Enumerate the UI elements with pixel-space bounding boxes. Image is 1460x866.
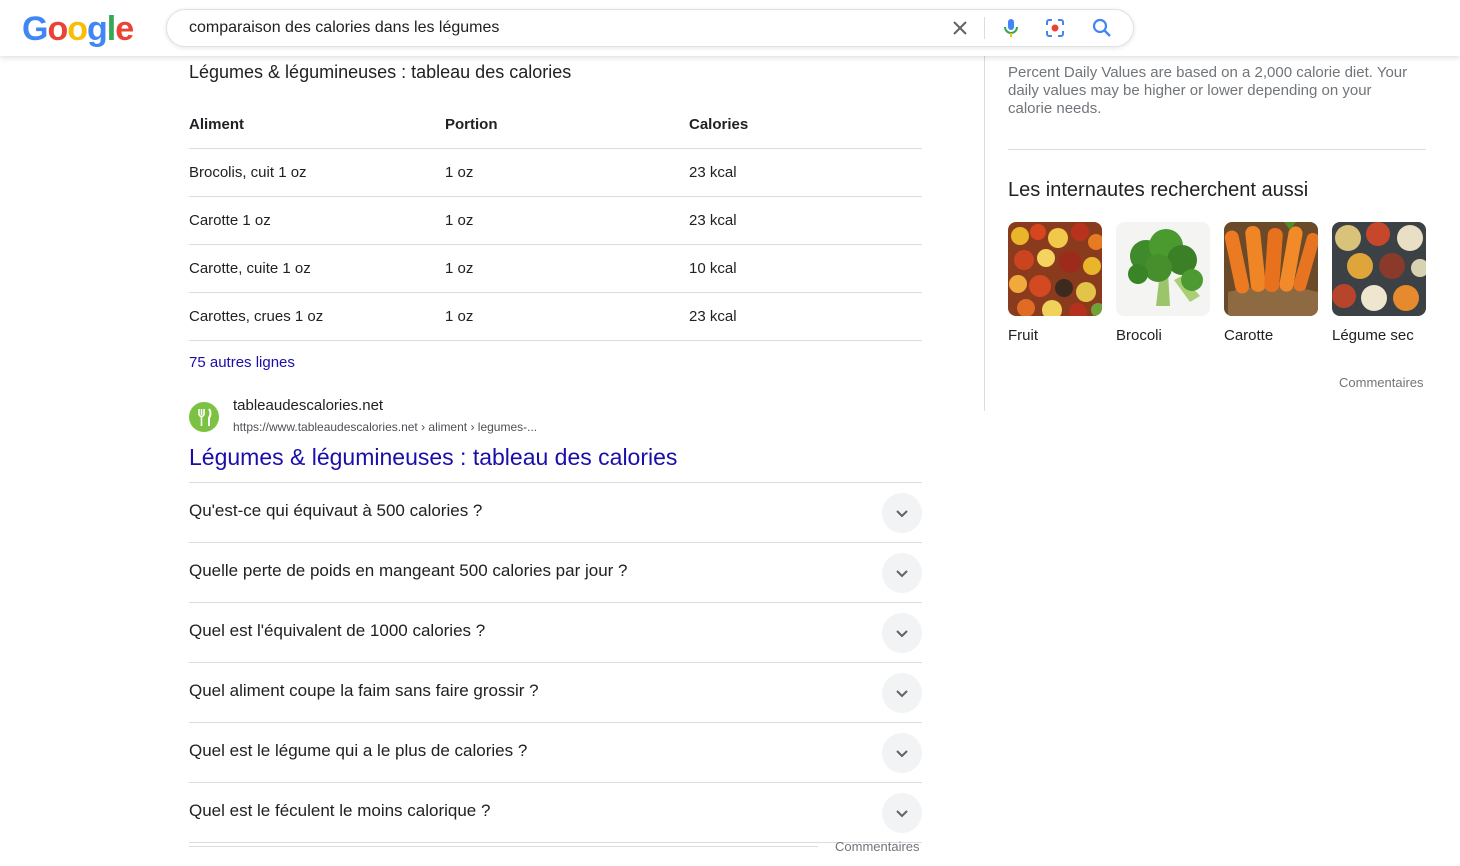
table-cell: 1 oz bbox=[445, 292, 689, 341]
paa-item[interactable]: Quel est le féculent le moins calorique … bbox=[189, 783, 922, 843]
table-header-row: Aliment Portion Calories bbox=[189, 100, 922, 149]
paa-item[interactable]: Quel aliment coupe la faim sans faire gr… bbox=[189, 663, 922, 723]
logo-letter-g2: g bbox=[87, 10, 108, 48]
paa-question: Quel est le légume qui a le plus de calo… bbox=[189, 741, 528, 760]
calorie-table: Aliment Portion Calories Brocolis, cuit … bbox=[189, 100, 922, 341]
table-cell: 1 oz bbox=[445, 196, 689, 245]
lens-camera-icon[interactable] bbox=[1043, 16, 1067, 40]
clear-icon[interactable] bbox=[948, 16, 972, 40]
table-row: Carotte, cuite 1 oz 1 oz 10 kcal bbox=[189, 244, 922, 293]
chevron-down-icon[interactable] bbox=[882, 613, 922, 653]
google-logo[interactable]: Google bbox=[22, 10, 134, 49]
table-cell: Carottes, crues 1 oz bbox=[189, 292, 445, 341]
logo-letter-o1: o bbox=[47, 10, 68, 48]
result-site-name[interactable]: tableaudescalories.net bbox=[233, 397, 383, 414]
broccoli-thumbnail[interactable] bbox=[1116, 222, 1210, 316]
paa-question: Quelle perte de poids en mangeant 500 ca… bbox=[189, 561, 628, 580]
logo-letter-o2: o bbox=[67, 10, 88, 48]
result-url[interactable]: https://www.tableaudescalories.net › ali… bbox=[233, 420, 537, 434]
chevron-down-icon[interactable] bbox=[882, 673, 922, 713]
paa-item[interactable]: Qu'est-ce qui équivaut à 500 calories ? bbox=[189, 483, 922, 543]
more-rows-link[interactable]: 75 autres lignes bbox=[189, 354, 295, 371]
feedback-link[interactable]: Commentaires bbox=[835, 839, 920, 854]
table-cell: Brocolis, cuit 1 oz bbox=[189, 148, 445, 197]
fork-knife-icon[interactable] bbox=[189, 402, 219, 432]
chevron-down-icon[interactable] bbox=[882, 733, 922, 773]
search-header: Google bbox=[0, 0, 1460, 56]
column-header-aliment: Aliment bbox=[189, 100, 445, 149]
feedback-divider bbox=[189, 846, 818, 847]
table-cell: 23 kcal bbox=[689, 292, 922, 341]
column-header-portion: Portion bbox=[445, 100, 689, 149]
people-also-ask: Qu'est-ce qui équivaut à 500 calories ? … bbox=[189, 482, 922, 843]
panel-separator bbox=[1008, 149, 1426, 150]
logo-letter-e: e bbox=[115, 10, 134, 48]
thumb-label-brocoli[interactable]: Brocoli bbox=[1116, 327, 1162, 344]
table-cell: Carotte 1 oz bbox=[189, 196, 445, 245]
search-icon[interactable] bbox=[1090, 16, 1114, 40]
table-row: Carottes, crues 1 oz 1 oz 23 kcal bbox=[189, 292, 922, 341]
thumb-label-fruit[interactable]: Fruit bbox=[1008, 327, 1038, 344]
table-cell: 23 kcal bbox=[689, 148, 922, 197]
chevron-down-icon[interactable] bbox=[882, 793, 922, 833]
logo-letter-l: l bbox=[106, 10, 117, 48]
result-title-link[interactable]: Légumes & légumineuses : tableau des cal… bbox=[189, 444, 677, 471]
thumb-label-legume-sec[interactable]: Légume sec bbox=[1332, 327, 1414, 344]
logo-letter-g: G bbox=[22, 10, 48, 48]
paa-question: Qu'est-ce qui équivaut à 500 calories ? bbox=[189, 501, 483, 520]
chevron-down-icon[interactable] bbox=[882, 493, 922, 533]
paa-item[interactable]: Quel est le légume qui a le plus de calo… bbox=[189, 723, 922, 783]
fruit-thumbnail[interactable] bbox=[1008, 222, 1102, 316]
table-cell: 23 kcal bbox=[689, 196, 922, 245]
table-row: Carotte 1 oz 1 oz 23 kcal bbox=[189, 196, 922, 245]
table-cell: 1 oz bbox=[445, 244, 689, 293]
table-cell: Carotte, cuite 1 oz bbox=[189, 244, 445, 293]
panel-feedback-link[interactable]: Commentaires bbox=[1339, 375, 1424, 390]
daily-values-note: Percent Daily Values are based on a 2,00… bbox=[1008, 64, 1408, 117]
microphone-icon[interactable] bbox=[999, 16, 1023, 40]
chevron-down-icon[interactable] bbox=[882, 553, 922, 593]
search-box bbox=[166, 9, 1134, 47]
thumb-label-carotte[interactable]: Carotte bbox=[1224, 327, 1273, 344]
column-header-calories: Calories bbox=[689, 100, 922, 149]
paa-item[interactable]: Quel est l'équivalent de 1000 calories ? bbox=[189, 603, 922, 663]
paa-question: Quel est le féculent le moins calorique … bbox=[189, 801, 491, 820]
carrot-thumbnail[interactable] bbox=[1224, 222, 1318, 316]
paa-question: Quel aliment coupe la faim sans faire gr… bbox=[189, 681, 539, 700]
search-separator bbox=[984, 17, 985, 39]
paa-item[interactable]: Quelle perte de poids en mangeant 500 ca… bbox=[189, 543, 922, 603]
table-row: Brocolis, cuit 1 oz 1 oz 23 kcal bbox=[189, 148, 922, 197]
legume-sec-thumbnail[interactable] bbox=[1332, 222, 1426, 316]
table-title: Légumes & légumineuses : tableau des cal… bbox=[189, 62, 572, 82]
search-input[interactable] bbox=[189, 10, 929, 46]
table-cell: 10 kcal bbox=[689, 244, 922, 293]
also-search-title: Les internautes recherchent aussi bbox=[1008, 179, 1309, 201]
paa-question: Quel est l'équivalent de 1000 calories ? bbox=[189, 621, 486, 640]
panel-divider bbox=[984, 56, 985, 411]
table-cell: 1 oz bbox=[445, 148, 689, 197]
